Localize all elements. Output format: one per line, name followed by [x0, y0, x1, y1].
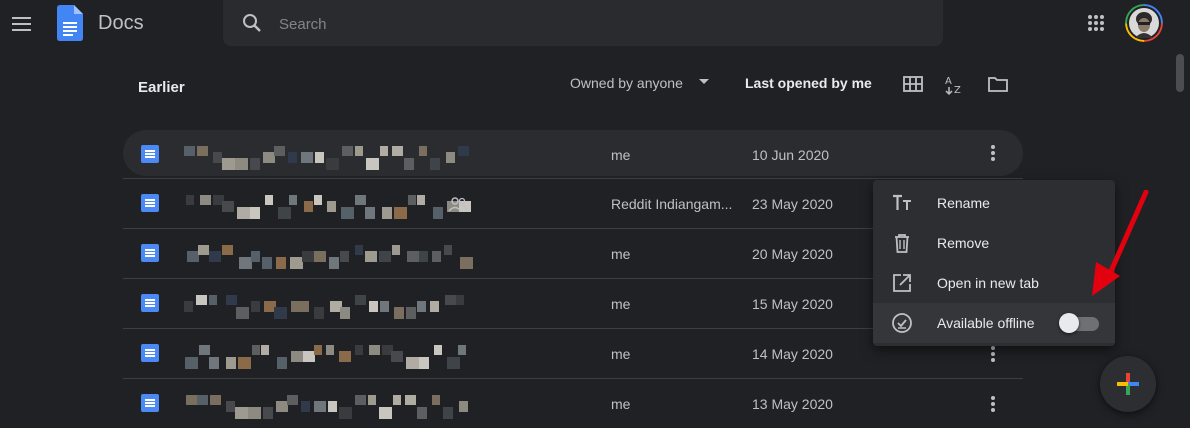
toggle-knob: [1059, 313, 1079, 333]
redacted-file-title: [183, 387, 603, 421]
annotation-arrow-icon: [1092, 190, 1149, 296]
menu-item-label: Available offline: [937, 315, 1035, 331]
open-in-new-icon: [893, 274, 911, 292]
text-format-icon: [893, 194, 911, 210]
redacted-file-title: [183, 138, 603, 172]
file-owner: me: [611, 296, 631, 312]
file-owner: me: [611, 147, 631, 163]
redacted-file-title: [183, 237, 603, 271]
svg-text:A: A: [945, 76, 952, 87]
doc-file-icon: [141, 194, 159, 212]
app-title[interactable]: Docs: [98, 12, 144, 35]
svg-text:Z: Z: [954, 85, 961, 96]
docs-logo-icon[interactable]: [57, 5, 83, 41]
scrollbar[interactable]: [1172, 48, 1190, 423]
redacted-file-title: [183, 337, 603, 371]
redacted-file-title: [183, 187, 603, 221]
file-last-opened-date: 15 May 2020: [752, 296, 833, 312]
redacted-file-title: [183, 287, 603, 321]
file-owner: me: [611, 346, 631, 362]
menu-item-remove[interactable]: Remove: [873, 223, 1115, 263]
owner-filter-dropdown[interactable]: Owned by anyone: [570, 75, 709, 93]
menu-item-open-new-tab[interactable]: Open in new tab: [873, 263, 1115, 303]
context-menu: Rename Remove Open in new tab Available …: [873, 180, 1115, 346]
search-input[interactable]: [279, 13, 879, 35]
plus-icon: [1117, 373, 1139, 395]
menu-item-label: Open in new tab: [937, 275, 1039, 291]
folder-icon[interactable]: [986, 72, 1010, 96]
more-options-icon[interactable]: [983, 393, 1003, 415]
new-document-button[interactable]: [1100, 356, 1156, 412]
sort-az-icon[interactable]: A Z: [943, 72, 967, 96]
doc-file-icon: [141, 145, 159, 163]
top-bar: Docs: [0, 0, 1190, 48]
doc-file-icon: [141, 344, 159, 362]
sort-button[interactable]: Last opened by me: [745, 75, 872, 91]
file-row[interactable]: me 13 May 2020: [123, 378, 1023, 428]
grid-view-icon[interactable]: [901, 72, 925, 96]
menu-item-label: Remove: [937, 235, 990, 251]
file-owner: me: [611, 246, 631, 262]
more-options-icon[interactable]: [983, 343, 1003, 365]
file-row[interactable]: me 10 Jun 2020: [123, 130, 1023, 176]
apps-grid-icon[interactable]: [1087, 14, 1105, 32]
main-menu-icon[interactable]: [10, 12, 34, 36]
file-owner: Reddit Indiangam...: [611, 196, 733, 212]
file-last-opened-date: 14 May 2020: [752, 346, 833, 362]
offline-toggle[interactable]: [1059, 313, 1103, 333]
file-last-opened-date: 13 May 2020: [752, 396, 833, 412]
menu-item-available-offline[interactable]: Available offline: [873, 303, 1115, 343]
more-options-icon[interactable]: [983, 142, 1003, 164]
avatar[interactable]: [1125, 4, 1163, 42]
file-last-opened-date: 23 May 2020: [752, 196, 833, 212]
doc-file-icon: [141, 244, 159, 262]
scrollbar-thumb[interactable]: [1176, 54, 1184, 92]
owner-filter-label: Owned by anyone: [570, 75, 683, 91]
menu-item-rename[interactable]: Rename: [873, 183, 1115, 223]
file-owner: me: [611, 396, 631, 412]
search-icon[interactable]: [240, 11, 264, 35]
shared-people-icon: [448, 197, 468, 212]
menu-item-label: Rename: [937, 195, 990, 211]
doc-file-icon: [141, 394, 159, 412]
file-last-opened-date: 10 Jun 2020: [752, 147, 830, 163]
offline-check-icon: [892, 313, 912, 333]
chevron-down-icon: [699, 79, 709, 84]
file-last-opened-date: 20 May 2020: [752, 246, 833, 262]
section-title: Earlier: [138, 79, 185, 96]
doc-file-icon: [141, 294, 159, 312]
trash-icon: [895, 234, 909, 253]
